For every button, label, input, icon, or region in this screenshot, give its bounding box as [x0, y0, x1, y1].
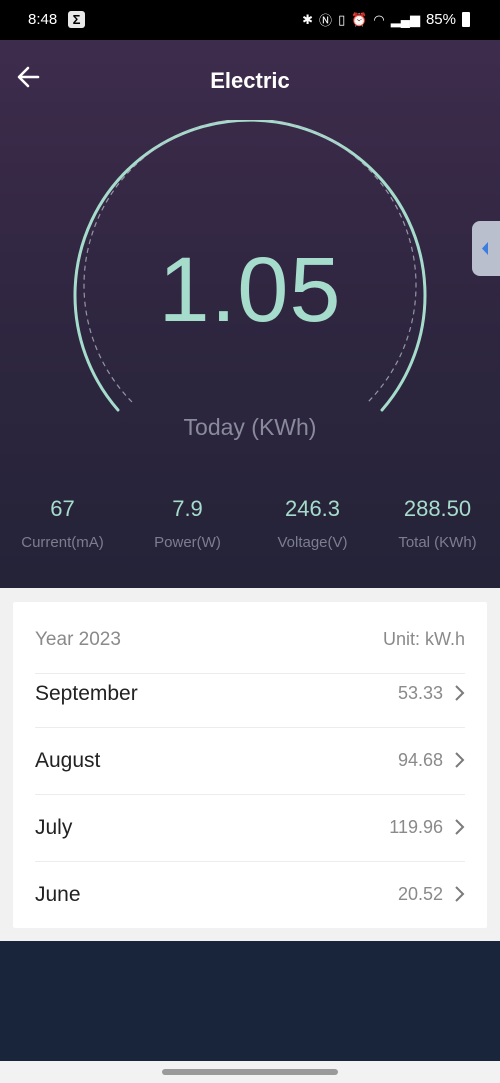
month-row-august[interactable]: August 94.68 [35, 727, 465, 795]
stat-power: 7.9 Power(W) [125, 496, 250, 551]
monthly-history-section: Year 2023 Unit: kW.h September 53.33 Aug… [0, 588, 500, 941]
stat-value: 288.50 [403, 496, 472, 521]
chevron-right-icon [455, 752, 465, 768]
nfc-icon: Ⓝ [319, 13, 333, 28]
bluetooth-icon: ✱ [302, 11, 314, 27]
stat-label: Total (KWh) [398, 534, 477, 551]
home-indicator[interactable] [162, 1069, 338, 1075]
stat-total: 288.50 Total (KWh) [375, 496, 500, 551]
energy-summary-panel: Electric 1.05 Today (KWh) 67 Current(mA)… [0, 40, 500, 588]
stat-label: Current(mA) [21, 534, 104, 551]
month-name: September [35, 682, 138, 705]
stats-row: 67 Current(mA) 7.9 Power(W) 246.3 Voltag… [0, 496, 500, 566]
page-title: Electric [210, 68, 290, 93]
battery-icon [462, 12, 470, 27]
system-nav-bar [0, 1061, 500, 1083]
month-value: 94.68 [397, 750, 443, 770]
chevron-right-icon [455, 685, 465, 701]
month-value: 53.33 [397, 683, 443, 703]
chevron-right-icon [455, 819, 465, 835]
bottom-area [0, 941, 500, 1061]
month-row-june[interactable]: June 20.52 [35, 861, 465, 928]
caret-left-icon [482, 242, 488, 255]
status-icons: ✱ Ⓝ ▯ ⏰ ◠ ▂▄▆ 85% [302, 10, 470, 29]
monthly-history-card: Year 2023 Unit: kW.h September 53.33 Aug… [13, 602, 487, 928]
month-row-september[interactable]: September 53.33 [35, 660, 465, 728]
stat-value: 246.3 [284, 496, 341, 521]
alarm-icon: ⏰ [351, 11, 368, 27]
status-bar: 8:48 Σ ✱ Ⓝ ▯ ⏰ ◠ ▂▄▆ 85% [0, 0, 500, 40]
chevron-right-icon [455, 886, 465, 902]
year-label: Year 2023 [35, 629, 121, 650]
month-value: 20.52 [397, 884, 443, 904]
side-panel-handle[interactable] [472, 221, 500, 276]
stat-value: 67 [50, 496, 75, 521]
stat-label: Voltage(V) [277, 534, 348, 551]
month-name: August [35, 749, 101, 772]
stat-label: Power(W) [154, 534, 221, 551]
stat-value: 7.9 [172, 496, 203, 521]
signal-icon: ▂▄▆ [390, 11, 420, 27]
month-name: June [35, 883, 81, 906]
vibrate-icon: ▯ [338, 11, 346, 27]
status-time: 8:48 [28, 11, 58, 28]
today-energy-value: 1.05 [158, 239, 342, 341]
month-value: 119.96 [389, 817, 443, 837]
month-name: July [35, 816, 73, 839]
unit-label: Unit: kW.h [382, 629, 465, 649]
sigma-icon: Σ [68, 11, 85, 28]
stat-current: 67 Current(mA) [0, 496, 125, 551]
battery-percent: 85% [425, 11, 456, 28]
month-row-july[interactable]: July 119.96 [35, 794, 465, 862]
stat-voltage: 246.3 Voltage(V) [250, 496, 375, 551]
wifi-icon: ◠ [373, 11, 385, 27]
today-energy-label: Today (KWh) [183, 414, 317, 440]
